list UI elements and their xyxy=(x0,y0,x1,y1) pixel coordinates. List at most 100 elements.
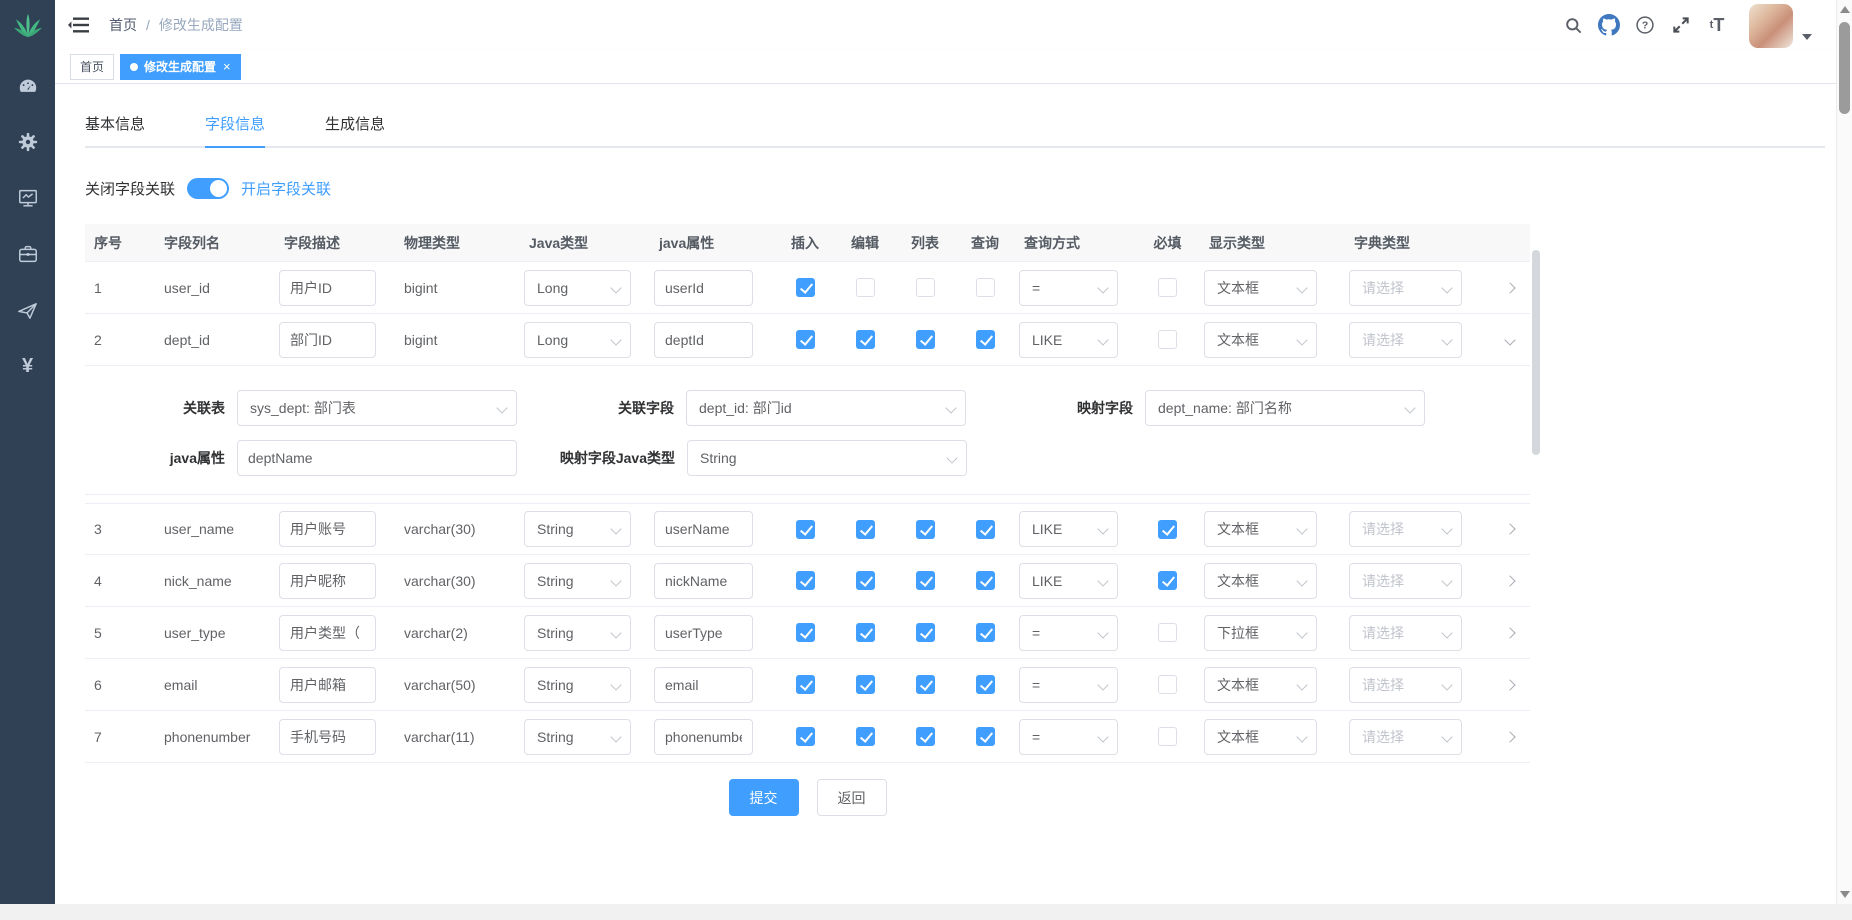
expand-row-icon[interactable] xyxy=(1504,627,1515,638)
dict-type-select[interactable]: 请选择 xyxy=(1349,667,1462,703)
insert-checkbox[interactable] xyxy=(796,727,815,746)
java-type-select[interactable]: String xyxy=(524,511,631,547)
query-checkbox[interactable] xyxy=(976,520,995,539)
insert-checkbox[interactable] xyxy=(796,278,815,297)
relation-toggle-switch[interactable] xyxy=(187,178,229,199)
dict-type-select[interactable]: 请选择 xyxy=(1349,270,1462,306)
scroll-down-arrow-icon[interactable] xyxy=(1840,891,1850,898)
dict-type-select[interactable]: 请选择 xyxy=(1349,511,1462,547)
html-type-select[interactable]: 文本框 xyxy=(1204,563,1317,599)
sidebar-item-system[interactable] xyxy=(0,114,55,170)
vertical-scrollbar[interactable] xyxy=(1836,0,1852,904)
query-checkbox[interactable] xyxy=(976,623,995,642)
java-attr-input[interactable] xyxy=(654,322,753,358)
edit-checkbox[interactable] xyxy=(856,520,875,539)
query-type-select[interactable]: LIKE xyxy=(1019,322,1118,358)
edit-checkbox[interactable] xyxy=(856,278,875,297)
edit-checkbox[interactable] xyxy=(856,571,875,590)
query-type-select[interactable]: = xyxy=(1019,667,1118,703)
collapse-row-icon[interactable] xyxy=(1504,334,1515,345)
github-button[interactable] xyxy=(1591,0,1627,50)
query-checkbox[interactable] xyxy=(976,278,995,297)
html-type-select[interactable]: 下拉框 xyxy=(1204,615,1317,651)
list-checkbox[interactable] xyxy=(916,623,935,642)
mapping-field-select[interactable]: dept_name: 部门名称 xyxy=(1145,390,1425,426)
expand-row-icon[interactable] xyxy=(1504,282,1515,293)
font-size-button[interactable]: tT xyxy=(1699,0,1735,50)
query-type-select[interactable]: LIKE xyxy=(1019,563,1118,599)
tab-basic-info[interactable]: 基本信息 xyxy=(85,100,145,146)
table-scrollbar-thumb[interactable] xyxy=(1532,250,1540,455)
java-type-select[interactable]: String xyxy=(524,667,631,703)
html-type-select[interactable]: 文本框 xyxy=(1204,511,1317,547)
dict-type-select[interactable]: 请选择 xyxy=(1349,719,1462,755)
dict-type-select[interactable]: 请选择 xyxy=(1349,615,1462,651)
java-attr-input[interactable] xyxy=(654,511,753,547)
column-desc-input[interactable] xyxy=(279,615,376,651)
query-type-select[interactable]: LIKE xyxy=(1019,511,1118,547)
java-attr-input[interactable] xyxy=(654,667,753,703)
expand-row-icon[interactable] xyxy=(1504,575,1515,586)
tab-field-info[interactable]: 字段信息 xyxy=(205,100,265,146)
list-checkbox[interactable] xyxy=(916,520,935,539)
tab-generate-info[interactable]: 生成信息 xyxy=(325,100,385,146)
breadcrumb-home[interactable]: 首页 xyxy=(109,15,137,35)
sidebar-item-send[interactable] xyxy=(0,282,55,338)
column-desc-input[interactable] xyxy=(279,719,376,755)
java-attr-input[interactable] xyxy=(654,563,753,599)
edit-checkbox[interactable] xyxy=(856,727,875,746)
help-button[interactable]: ? xyxy=(1627,0,1663,50)
java-type-select[interactable]: String xyxy=(524,615,631,651)
list-checkbox[interactable] xyxy=(916,571,935,590)
html-type-select[interactable]: 文本框 xyxy=(1204,667,1317,703)
html-type-select[interactable]: 文本框 xyxy=(1204,719,1317,755)
insert-checkbox[interactable] xyxy=(796,623,815,642)
tag-active[interactable]: 修改生成配置 × xyxy=(120,54,241,80)
fullscreen-button[interactable] xyxy=(1663,0,1699,50)
java-attr-input[interactable] xyxy=(654,719,753,755)
app-logo[interactable] xyxy=(0,0,55,50)
html-type-select[interactable]: 文本框 xyxy=(1204,322,1317,358)
sidebar-item-monitor[interactable] xyxy=(0,170,55,226)
edit-checkbox[interactable] xyxy=(856,675,875,694)
user-menu[interactable] xyxy=(1749,2,1812,48)
query-checkbox[interactable] xyxy=(976,571,995,590)
column-desc-input[interactable] xyxy=(279,563,376,599)
horizontal-scrollbar[interactable] xyxy=(0,904,1852,920)
list-checkbox[interactable] xyxy=(916,675,935,694)
query-type-select[interactable]: = xyxy=(1019,615,1118,651)
java-type-select[interactable]: Long xyxy=(524,322,631,358)
mapping-java-type-select[interactable]: String xyxy=(687,440,967,476)
required-checkbox[interactable] xyxy=(1158,278,1177,297)
required-checkbox[interactable] xyxy=(1158,520,1177,539)
relation-open-link[interactable]: 开启字段关联 xyxy=(241,178,331,199)
expand-row-icon[interactable] xyxy=(1504,731,1515,742)
insert-checkbox[interactable] xyxy=(796,675,815,694)
user-avatar[interactable] xyxy=(1749,4,1793,48)
expand-row-icon[interactable] xyxy=(1504,679,1515,690)
list-checkbox[interactable] xyxy=(916,278,935,297)
expand-row-icon[interactable] xyxy=(1504,523,1515,534)
required-checkbox[interactable] xyxy=(1158,675,1177,694)
java-attr-input[interactable] xyxy=(654,615,753,651)
relation-table-select[interactable]: sys_dept: 部门表 xyxy=(237,390,517,426)
sidebar-toggle-button[interactable] xyxy=(55,0,101,50)
sidebar-item-tool[interactable] xyxy=(0,226,55,282)
relation-field-select[interactable]: dept_id: 部门id xyxy=(686,390,966,426)
query-checkbox[interactable] xyxy=(976,727,995,746)
java-type-select[interactable]: String xyxy=(524,719,631,755)
html-type-select[interactable]: 文本框 xyxy=(1204,270,1317,306)
list-checkbox[interactable] xyxy=(916,727,935,746)
dict-type-select[interactable]: 请选择 xyxy=(1349,563,1462,599)
column-desc-input[interactable] xyxy=(279,511,376,547)
java-attr-input[interactable] xyxy=(654,270,753,306)
sidebar-item-finance[interactable]: ¥ xyxy=(0,338,55,394)
sidebar-item-dashboard[interactable] xyxy=(0,58,55,114)
vertical-scrollbar-thumb[interactable] xyxy=(1839,22,1850,114)
required-checkbox[interactable] xyxy=(1158,623,1177,642)
dict-type-select[interactable]: 请选择 xyxy=(1349,322,1462,358)
query-checkbox[interactable] xyxy=(976,330,995,349)
column-desc-input[interactable] xyxy=(279,667,376,703)
edit-checkbox[interactable] xyxy=(856,330,875,349)
insert-checkbox[interactable] xyxy=(796,520,815,539)
